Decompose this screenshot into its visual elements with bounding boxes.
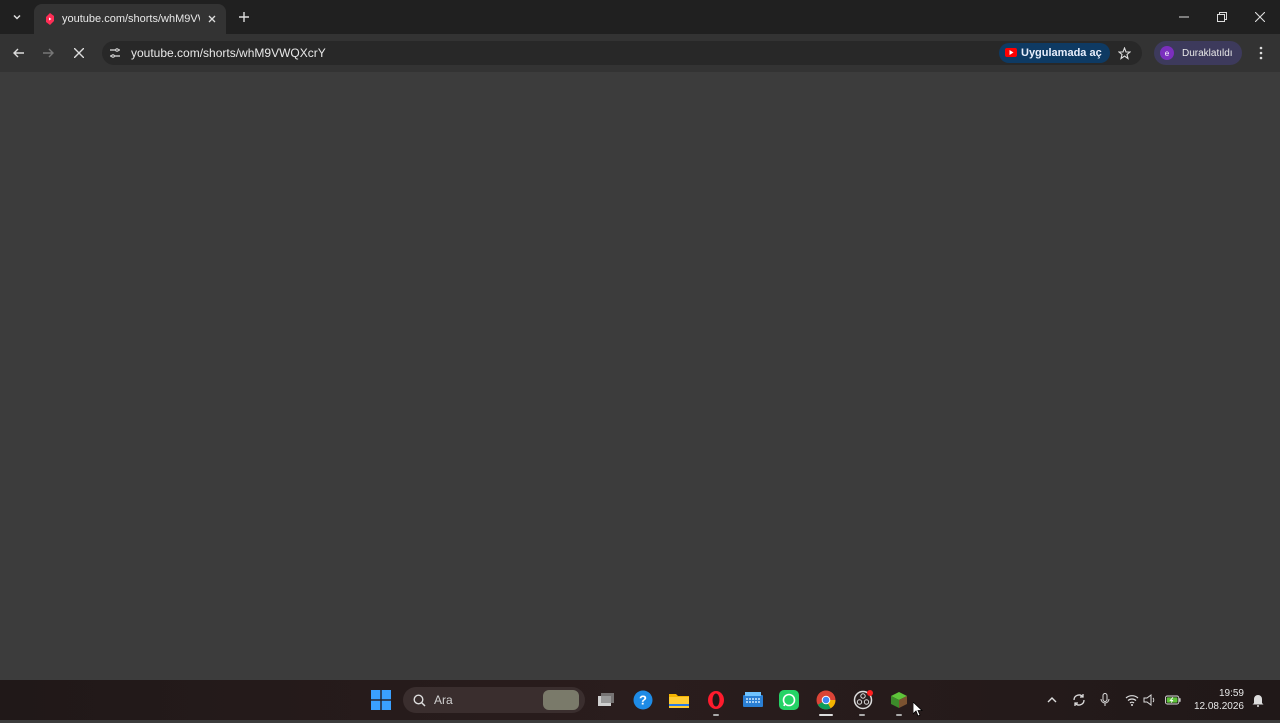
- notifications-button[interactable]: [1250, 692, 1266, 708]
- microphone-tray-button[interactable]: [1097, 692, 1113, 708]
- windows-logo-icon: [371, 690, 391, 710]
- close-icon: [1255, 12, 1265, 22]
- opera-app[interactable]: [704, 688, 728, 712]
- open-in-app-label: Uygulamada aç: [1021, 47, 1102, 59]
- browser-menu-button[interactable]: [1252, 44, 1270, 62]
- chevron-up-icon: [1047, 697, 1057, 703]
- minimize-button[interactable]: [1165, 0, 1203, 34]
- sync-icon: [1073, 694, 1085, 706]
- tab-youtube-shorts[interactable]: youtube.com/shorts/whM9VWQXcrY: [34, 4, 226, 34]
- running-indicator: [859, 714, 865, 716]
- avatar: e: [1160, 46, 1174, 60]
- search-placeholder: Ara: [434, 693, 453, 707]
- open-in-app-button[interactable]: Uygulamada aç: [999, 43, 1110, 63]
- file-explorer-app[interactable]: [667, 688, 691, 712]
- profile-button[interactable]: e Duraklatıldı: [1154, 41, 1242, 65]
- chrome-icon: [816, 690, 836, 710]
- keyboard-icon: [743, 692, 763, 707]
- bookmark-star-button[interactable]: [1115, 44, 1133, 62]
- system-clock[interactable]: 19:59 12.08.2026: [1190, 687, 1244, 713]
- volume-tray-button[interactable]: [1142, 692, 1158, 708]
- tab-title: youtube.com/shorts/whM9VWQXcrY: [62, 13, 200, 25]
- task-view-icon: [598, 693, 614, 706]
- plus-icon: [239, 12, 249, 22]
- bell-icon: [1252, 695, 1264, 707]
- start-button[interactable]: [369, 688, 393, 712]
- minimize-icon: [1179, 16, 1189, 18]
- whatsapp-icon: [779, 690, 799, 710]
- close-icon: [74, 48, 84, 58]
- show-hidden-icons-button[interactable]: [1044, 692, 1060, 708]
- youtube-shorts-icon: [44, 13, 56, 25]
- obs-icon: [853, 690, 873, 710]
- back-button[interactable]: [7, 41, 31, 65]
- clock-date: 12.08.2026: [1193, 701, 1244, 712]
- whatsapp-app[interactable]: [777, 688, 801, 712]
- youtube-icon: [1005, 44, 1017, 62]
- help-icon: ?: [633, 690, 653, 710]
- grass-block-icon: [891, 692, 907, 708]
- new-tab-button[interactable]: [234, 7, 254, 27]
- keyboard-app[interactable]: [741, 688, 765, 712]
- forward-button[interactable]: [36, 41, 60, 65]
- svg-text:?: ?: [639, 693, 647, 708]
- stop-loading-button[interactable]: [67, 41, 91, 65]
- battery-charging-icon: [1165, 695, 1181, 705]
- task-view-button[interactable]: [594, 688, 618, 712]
- chrome-app[interactable]: [814, 688, 838, 712]
- wifi-tray-button[interactable]: [1124, 692, 1140, 708]
- folder-icon: [669, 694, 689, 708]
- profile-status-label: Duraklatıldı: [1182, 47, 1233, 59]
- star-icon: [1117, 46, 1131, 60]
- minecraft-app[interactable]: [887, 688, 911, 712]
- chevron-down-icon: [13, 14, 21, 20]
- restore-button[interactable]: [1203, 0, 1241, 34]
- close-window-button[interactable]: [1241, 0, 1279, 34]
- kebab-menu-icon: [1259, 46, 1263, 60]
- obs-app[interactable]: [851, 688, 875, 712]
- search-highlight-image: [543, 690, 579, 710]
- sync-tray-button[interactable]: [1071, 692, 1087, 708]
- search-icon: [413, 693, 426, 707]
- running-indicator: [896, 714, 902, 716]
- get-help-app[interactable]: ?: [631, 688, 655, 712]
- active-indicator: [819, 714, 833, 716]
- clock-time: 19:59: [1218, 688, 1244, 699]
- tab-strip: youtube.com/shorts/whM9VWQXcrY: [0, 0, 1280, 34]
- microphone-icon: [1100, 693, 1110, 706]
- arrow-right-icon: [43, 48, 54, 58]
- page-content[interactable]: [0, 72, 1280, 680]
- close-tab-icon[interactable]: [204, 11, 220, 27]
- wifi-icon: [1125, 695, 1139, 706]
- arrow-left-icon: [13, 48, 24, 58]
- site-info-icon[interactable]: [106, 44, 124, 62]
- speaker-icon: [1143, 694, 1155, 706]
- taskbar-search[interactable]: Ara: [403, 687, 585, 713]
- opera-icon: [708, 691, 724, 709]
- tab-search-button[interactable]: [6, 6, 28, 28]
- battery-tray-button[interactable]: [1165, 692, 1181, 708]
- restore-icon: [1217, 12, 1227, 22]
- running-indicator: [713, 714, 719, 716]
- url-text[interactable]: youtube.com/shorts/whM9VWQXcrY: [131, 46, 326, 60]
